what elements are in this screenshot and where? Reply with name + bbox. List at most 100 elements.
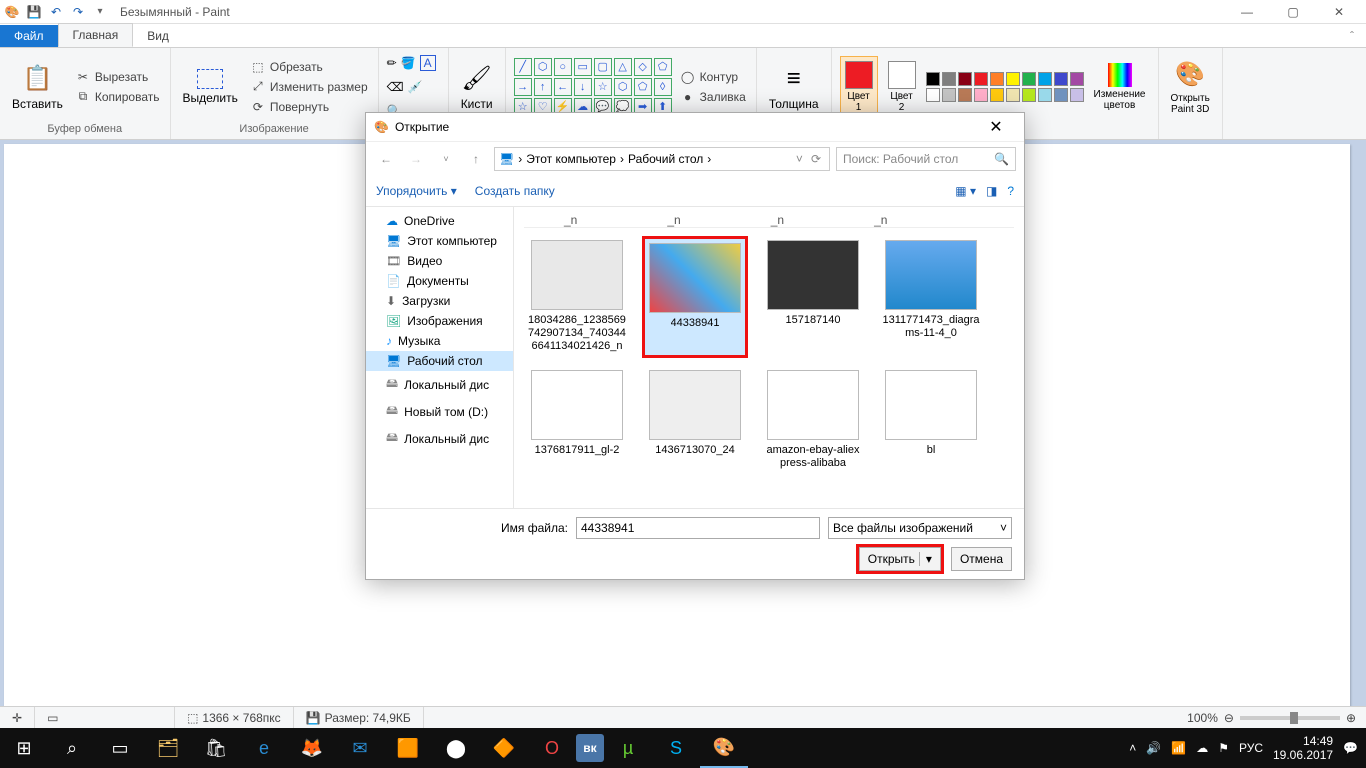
file-thumbnail[interactable]: 1311771473_diagrams-11-4_0 (878, 236, 984, 358)
file-thumbnail[interactable]: amazon-ebay-aliexpress-alibaba (760, 366, 866, 474)
clock[interactable]: 14:49 19.06.2017 (1273, 734, 1333, 763)
flag-icon[interactable]: ⚑ (1218, 741, 1229, 755)
search-icon[interactable]: ⌕ (48, 728, 96, 768)
open-button[interactable]: Открыть ▾ (859, 547, 941, 571)
fill-button[interactable]: ●Заливка (678, 88, 748, 106)
file-thumbnail[interactable]: 1376817911_gl-2 (524, 366, 630, 474)
file-thumbnail[interactable]: 157187140 (760, 236, 866, 358)
crop-button[interactable]: ⬚Обрезать (248, 58, 370, 76)
color-swatch[interactable] (1038, 72, 1052, 86)
copy-button[interactable]: ⧉Копировать (73, 88, 162, 106)
edge-icon[interactable]: e (240, 728, 288, 768)
tree-node[interactable]: 🖴Локальный дис (366, 371, 513, 398)
tab-file[interactable]: Файл (0, 25, 58, 47)
filetype-combo[interactable]: Все файлы изображений ˅ (828, 517, 1012, 539)
color-swatch[interactable] (1006, 88, 1020, 102)
tree-node[interactable]: 🖥Этот компьютер (366, 231, 513, 251)
torrent-icon[interactable]: µ (604, 728, 652, 768)
color-swatch[interactable] (1006, 72, 1020, 86)
color-swatch[interactable] (1022, 88, 1036, 102)
file-thumbnail[interactable]: 1436713070_24 (642, 366, 748, 474)
color-palette[interactable] (926, 72, 1084, 102)
search-box[interactable]: Поиск: Рабочий стол 🔍 (836, 147, 1016, 171)
close-button[interactable]: ✕ (1316, 0, 1362, 24)
size-button[interactable]: ≡ Толщина (765, 61, 823, 113)
color2-button[interactable]: Цвет 2 (884, 59, 920, 115)
tree-node[interactable]: 🖴Новый том (D:) (366, 398, 513, 425)
shapes-gallery[interactable]: ╱⬡○▭▢△◇⬠ →↑←↓☆⬡⬠◊ ☆♡⚡☁💬💭➡⬆ (514, 58, 672, 116)
tab-view[interactable]: Вид (133, 25, 183, 47)
color-swatch[interactable] (1022, 72, 1036, 86)
color-swatch[interactable] (1054, 72, 1068, 86)
brushes-button[interactable]: 🖌 Кисти (457, 61, 497, 113)
up-button[interactable]: ↑ (464, 152, 488, 166)
app-icon-2[interactable]: 🔶 (480, 728, 528, 768)
opera-icon[interactable]: O (528, 728, 576, 768)
color-swatch[interactable] (1038, 88, 1052, 102)
color-swatch[interactable] (990, 72, 1004, 86)
color-swatch[interactable] (958, 72, 972, 86)
picker-icon[interactable]: 💉 (408, 80, 423, 94)
rotate-button[interactable]: ⟳Повернуть (248, 98, 370, 116)
color-swatch[interactable] (990, 88, 1004, 102)
tree-node[interactable]: 🖴Локальный дис (366, 425, 513, 452)
color-swatch[interactable] (942, 72, 956, 86)
color-swatch[interactable] (958, 88, 972, 102)
maximize-button[interactable]: ▢ (1270, 0, 1316, 24)
text-icon[interactable]: A (420, 55, 436, 71)
file-thumbnail[interactable]: bl (878, 366, 984, 474)
eraser-icon[interactable]: ⌫ (387, 80, 404, 94)
zoom-in-button[interactable]: ⊕ (1346, 711, 1356, 725)
tray-chevron-icon[interactable]: ˄ (1129, 741, 1136, 755)
store-icon[interactable]: 🛍 (192, 728, 240, 768)
refresh-icon[interactable]: ⟳ (811, 152, 821, 166)
cancel-button[interactable]: Отмена (951, 547, 1012, 571)
language-indicator[interactable]: РУС (1239, 741, 1263, 755)
onedrive-tray-icon[interactable]: ☁ (1196, 741, 1208, 755)
color-swatch[interactable] (942, 88, 956, 102)
explorer-icon[interactable]: 🗂 (144, 728, 192, 768)
save-icon[interactable]: 💾 (26, 4, 42, 20)
color-swatch[interactable] (1054, 88, 1068, 102)
dialog-close-button[interactable]: ✕ (976, 117, 1016, 137)
color-swatch[interactable] (974, 88, 988, 102)
color-swatch[interactable] (926, 72, 940, 86)
start-button[interactable]: ⊞ (0, 728, 48, 768)
tree-node[interactable]: 🎞Видео (366, 251, 513, 271)
forward-button[interactable]: → (404, 152, 428, 166)
filename-input[interactable] (576, 517, 820, 539)
tree-node[interactable]: 🖼Изображения (366, 311, 513, 331)
paste-button[interactable]: 📋 Вставить (8, 61, 67, 113)
file-list[interactable]: _n _n _n _n 18034286_1238569742907134_74… (514, 207, 1024, 508)
tree-node[interactable]: ⬇Загрузки (366, 291, 513, 311)
firefox-icon[interactable]: 🦊 (288, 728, 336, 768)
tree-node[interactable]: ♪Музыка (366, 331, 513, 351)
tree-node[interactable]: 🖥Рабочий стол (366, 351, 513, 371)
vk-icon[interactable]: вк (576, 734, 604, 762)
notifications-icon[interactable]: 💬 (1343, 741, 1358, 755)
tab-home[interactable]: Главная (58, 23, 134, 47)
cut-button[interactable]: ✂Вырезать (73, 68, 162, 86)
bucket-icon[interactable]: 🪣 (401, 56, 416, 70)
color-swatch[interactable] (1070, 88, 1084, 102)
task-view-icon[interactable]: ▭ (96, 728, 144, 768)
help-icon[interactable]: ? (1007, 184, 1014, 198)
pencil-icon[interactable]: ✏ (387, 56, 397, 70)
edit-colors-button[interactable]: Изменение цветов (1090, 61, 1150, 113)
organize-button[interactable]: Упорядочить ▾ (376, 184, 457, 198)
tree-node[interactable]: ☁OneDrive (366, 211, 513, 231)
color1-button[interactable]: Цвет 1 (840, 56, 878, 118)
network-icon[interactable]: 📶 (1171, 741, 1186, 755)
address-dropdown-icon[interactable]: ˅ (796, 152, 803, 166)
paint-taskbar-icon[interactable]: 🎨 (700, 728, 748, 768)
redo-icon[interactable]: ↷ (70, 4, 86, 20)
qat-dropdown-icon[interactable]: ▾ (92, 4, 108, 20)
zoom-slider[interactable] (1240, 716, 1340, 720)
ribbon-collapse-icon[interactable]: ˆ (1338, 25, 1366, 47)
tree-node[interactable]: 📄Документы (366, 271, 513, 291)
volume-icon[interactable]: 🔊 (1146, 741, 1161, 755)
color-swatch[interactable] (926, 88, 940, 102)
color-swatch[interactable] (974, 72, 988, 86)
minimize-button[interactable]: — (1224, 0, 1270, 24)
address-bar[interactable]: 🖥 › Этот компьютер › Рабочий стол › ˅ ⟳ (494, 147, 830, 171)
